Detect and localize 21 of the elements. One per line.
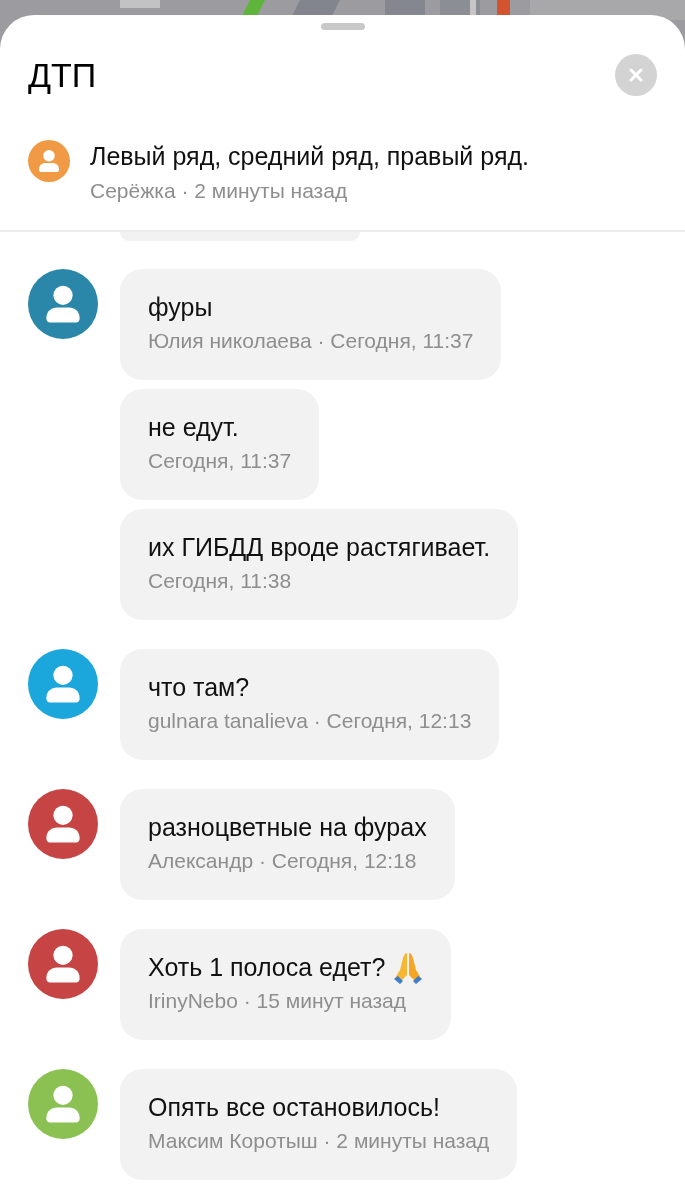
comment-text: Левый ряд, средний ряд, правый ряд. [90,141,529,172]
close-button[interactable] [615,54,657,96]
message-text: фуры [148,292,213,323]
close-icon [628,67,644,83]
comment-meta: Серёжка · 2 минуты назад [90,178,349,204]
message-meta: Александр · Сегодня, 12:18 [148,848,418,874]
message-text: разноцветные на фурах [148,812,427,843]
praying-hands-icon [393,950,424,984]
message-meta: Юлия николаева · Сегодня, 11:37 [148,328,474,354]
message-meta: Максим Коротыш · 2 минуты назад [148,1128,490,1154]
message-meta: gulnara tanalieva · Сегодня, 12:13 [148,708,472,734]
sheet-title: ДТП [28,55,97,95]
message-meta: Сегодня, 11:38 [148,568,293,594]
message-text: не едут. [148,412,239,443]
message-text: Опять все остановилось! [148,1092,440,1123]
message-text: их ГИБДД вроде растягивает. [148,532,491,563]
message-meta: IrinyNebo · 15 минут назад [148,988,408,1014]
drag-handle[interactable] [320,23,365,30]
message-text: Хоть 1 полоса едет? [148,952,386,983]
message-meta: Сегодня, 11:37 [148,448,292,474]
message-text: что там? [148,672,250,703]
